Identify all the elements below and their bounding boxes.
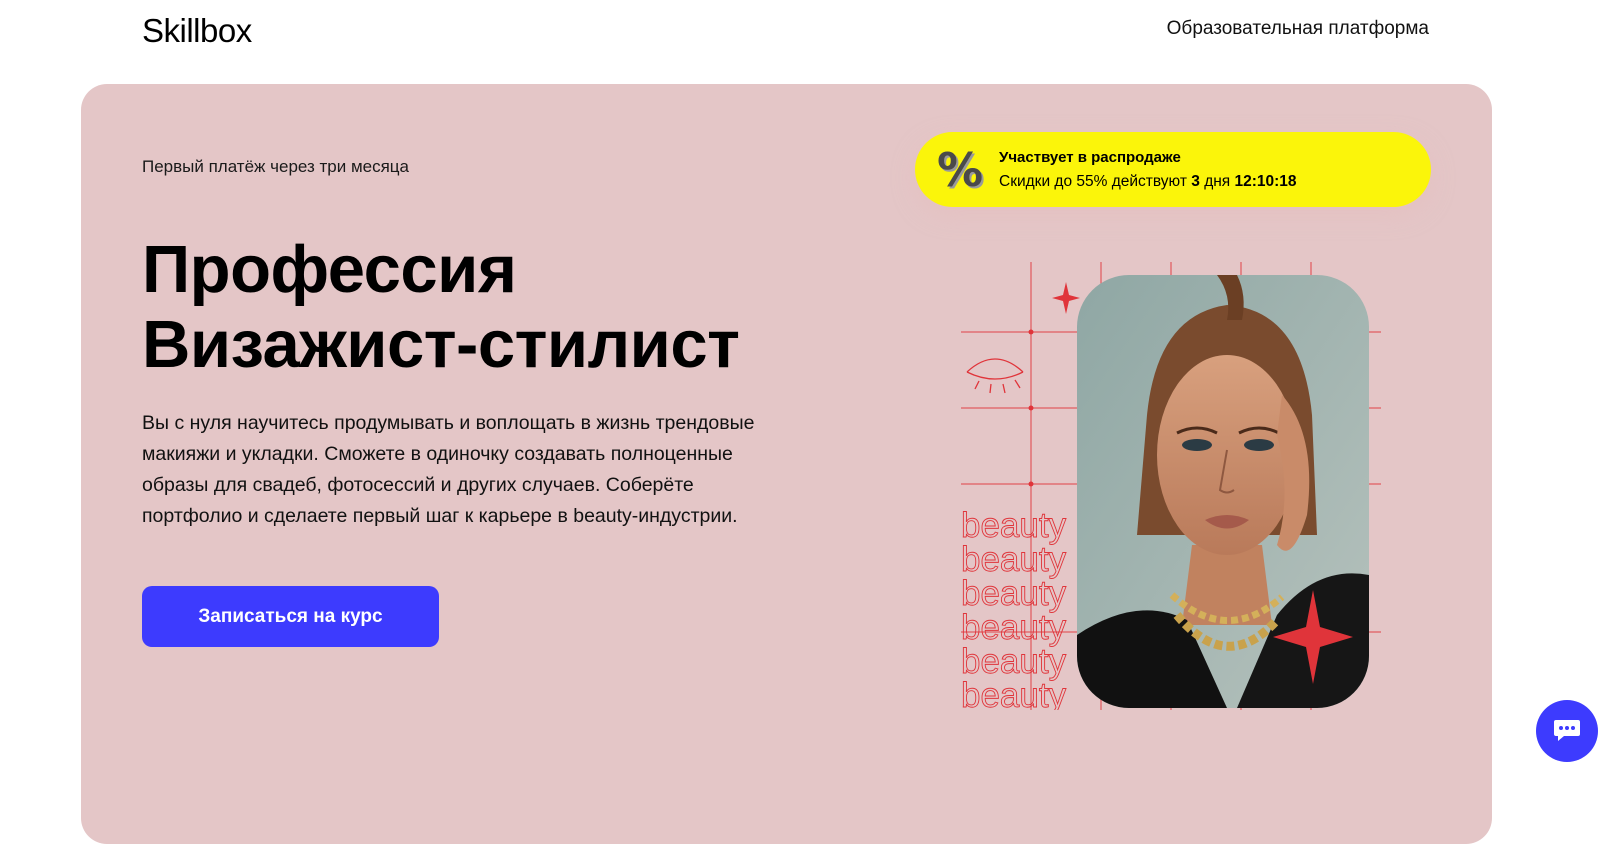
sale-days-unit: дня	[1204, 172, 1231, 190]
beauty-word: beauty	[961, 676, 1067, 710]
sale-days: 3	[1191, 172, 1200, 190]
platform-link[interactable]: Образовательная платформа	[1167, 18, 1429, 40]
title-line-1: Профессия	[142, 232, 517, 307]
sale-countdown-line: Скидки до 55% действуют 3 дня 12:10:18	[999, 173, 1297, 191]
hero-section: Первый платёж через три месяца Профессия…	[81, 84, 1492, 844]
sale-discount-text: Скидки до 55% действуют	[999, 172, 1187, 190]
eye-icon	[966, 358, 1024, 394]
percent-icon: %	[936, 142, 984, 197]
sparkle-icon	[1052, 282, 1080, 314]
enroll-button[interactable]: Записаться на курс	[142, 586, 439, 647]
course-description: Вы с нуля научитесь продумывать и воплощ…	[142, 412, 755, 527]
chat-bubble-icon	[1554, 720, 1580, 741]
skillbox-logo[interactable]: Skillbox	[142, 12, 252, 50]
payment-note: Первый платёж через три месяца	[142, 157, 410, 176]
sale-banner[interactable]: % Участвует в распродаже Скидки до 55% д…	[915, 132, 1431, 207]
sale-timer: 12:10:18	[1234, 172, 1297, 190]
chat-button[interactable]	[1536, 700, 1598, 762]
model-photo	[1077, 275, 1369, 708]
sale-text: Участвует в распродаже Скидки до 55% дей…	[999, 149, 1297, 191]
sale-title: Участвует в распродаже	[999, 148, 1181, 166]
title-line-2: Визажист-стилист	[142, 307, 740, 382]
page-title: Профессия Визажист-стилист	[142, 232, 740, 382]
